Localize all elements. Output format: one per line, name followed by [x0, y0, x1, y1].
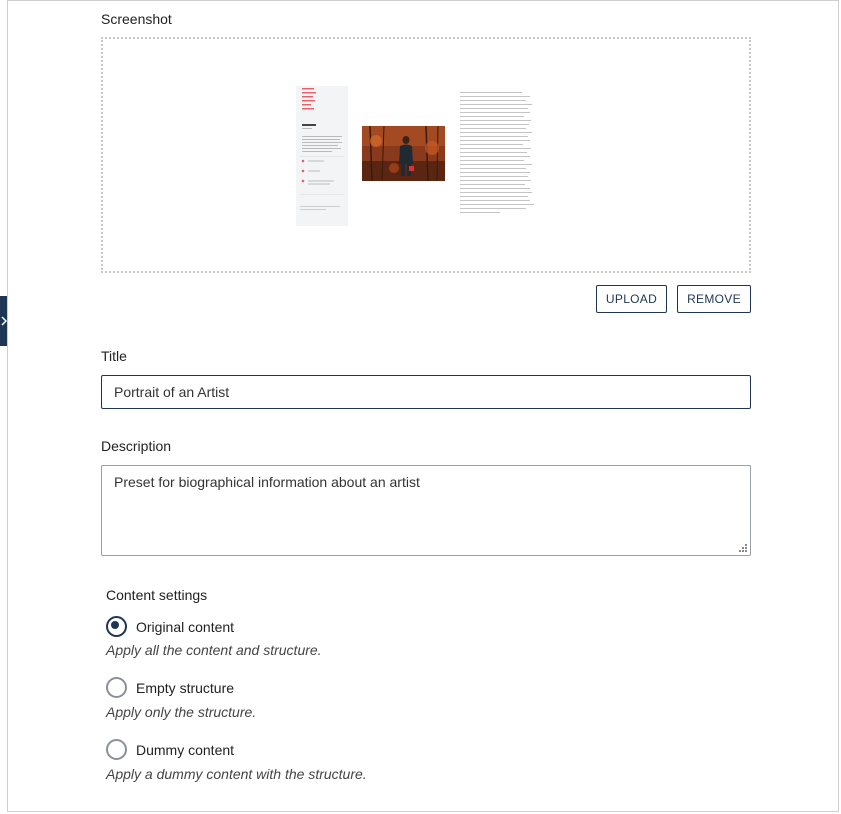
- content-settings-label: Content settings: [106, 587, 208, 603]
- option-original-content[interactable]: Original content: [106, 616, 234, 637]
- option-label: Dummy content: [136, 741, 235, 758]
- upload-button[interactable]: UPLOAD: [596, 285, 667, 313]
- option-dummy-content[interactable]: Dummy content: [106, 739, 234, 760]
- screenshot-label: Screenshot: [101, 11, 172, 27]
- title-input[interactable]: Portrait of an Artist: [101, 375, 751, 409]
- option-hint: Apply only the structure.: [106, 704, 257, 720]
- option-hint: Apply a dummy content with the structure…: [106, 766, 367, 782]
- remove-button[interactable]: REMOVE: [677, 285, 751, 313]
- title-label: Title: [101, 348, 127, 364]
- description-textarea[interactable]: Preset for biographical information abou…: [101, 465, 751, 556]
- description-label: Description: [101, 438, 172, 454]
- sidebar-toggle-tab[interactable]: [0, 296, 7, 346]
- radio-original-content[interactable]: [106, 616, 127, 637]
- radio-empty-structure[interactable]: [106, 677, 127, 698]
- option-label: Original content: [136, 618, 235, 635]
- resize-grip-icon[interactable]: [739, 544, 747, 552]
- option-label: Empty structure: [136, 679, 235, 696]
- radio-dummy-content[interactable]: [106, 739, 127, 760]
- option-empty-structure[interactable]: Empty structure: [106, 677, 234, 698]
- description-text: Preset for biographical information abou…: [114, 474, 420, 490]
- screenshot-thumbnail-image: [296, 86, 534, 226]
- option-hint: Apply all the content and structure.: [106, 642, 322, 658]
- chevron-right-icon: [0, 316, 7, 326]
